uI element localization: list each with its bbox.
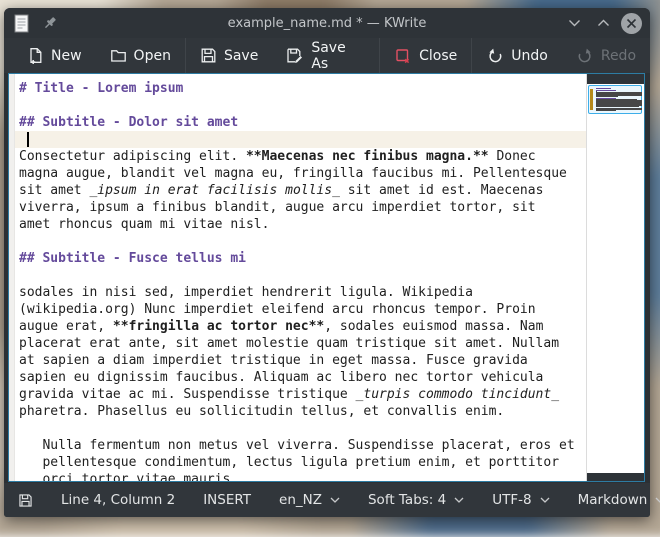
close-document-button[interactable]: Close <box>380 38 471 73</box>
minimap-top-bar <box>587 74 644 84</box>
editor-line[interactable]: gravida vitae ac mi. Suspendisse tristiq… <box>15 386 586 403</box>
document-new-icon <box>27 47 44 64</box>
pin-icon[interactable] <box>42 15 58 31</box>
editor-line[interactable]: augue erat, **fringilla ac tortor nec**,… <box>15 318 586 335</box>
modified-lines-marker <box>590 89 593 110</box>
undo-label: Undo <box>511 48 548 64</box>
statusbar: Line 4, Column 2 INSERT en_NZ Soft Tabs:… <box>4 483 650 517</box>
editor-line[interactable]: pellentesque condimentum, lectus ligula … <box>15 454 586 471</box>
dictionary-selector[interactable]: en_NZ <box>279 492 340 508</box>
minimap-line <box>596 98 616 99</box>
cursor-position[interactable]: Line 4, Column 2 <box>61 492 175 508</box>
folder-open-icon <box>110 47 127 64</box>
minimap-line <box>596 90 616 91</box>
redo-button[interactable]: Redo <box>562 38 650 73</box>
undo-icon <box>486 47 504 64</box>
text-editor[interactable]: # Title - Lorem ipsum ## Subtitle - Dolor… <box>15 74 586 481</box>
editor-frame: # Title - Lorem ipsum ## Subtitle - Dolor… <box>8 73 645 482</box>
window-title: example_name.md * — KWrite <box>4 16 650 31</box>
chevron-down-icon <box>330 497 340 503</box>
editor-line[interactable]: sit amet _ipsum in erat facilisis mollis… <box>15 182 586 199</box>
new-label: New <box>51 48 82 64</box>
editor-line[interactable]: ## Subtitle - Dolor sit amet <box>15 114 586 131</box>
editor-line[interactable]: # Title - Lorem ipsum <box>15 80 586 97</box>
titlebar[interactable]: example_name.md * — KWrite <box>4 8 650 38</box>
editor-line[interactable]: (wikipedia.org) Nunc imperdiet eleifend … <box>15 301 586 318</box>
syntax-mode-selector[interactable]: Markdown <box>578 492 660 508</box>
editor-line[interactable]: Nulla fermentum non metus vel viverra. S… <box>15 437 586 454</box>
minimap-line <box>596 110 616 111</box>
save-icon <box>200 47 217 64</box>
save-status-icon <box>18 493 33 508</box>
document-close-icon <box>394 47 412 65</box>
minimize-button[interactable] <box>563 12 585 34</box>
redo-icon <box>576 47 594 64</box>
editor-line[interactable]: amet rhoncus quam mi vitae nisl. <box>15 216 586 233</box>
new-button[interactable]: New <box>13 38 96 73</box>
tab-mode-selector[interactable]: Soft Tabs: 4 <box>368 492 464 508</box>
editor-line[interactable]: viverra, ipsum a finibus blandit, augue … <box>15 199 586 216</box>
chevron-down-icon <box>454 497 464 503</box>
maximize-button[interactable] <box>592 12 614 34</box>
save-label: Save <box>224 48 258 64</box>
minimap-bottom-bar <box>587 473 644 481</box>
editor-line[interactable] <box>15 233 586 250</box>
open-label: Open <box>134 48 171 64</box>
editor-line[interactable]: placerat erat ante, sit amet molestie qu… <box>15 335 586 352</box>
minimap-line <box>596 96 618 97</box>
editor-line[interactable]: Consectetur adipiscing elit. **Maecenas … <box>15 148 586 165</box>
minimap-document <box>596 88 638 111</box>
editor-line[interactable]: magna augue, blandit vel magna eu, fring… <box>15 165 586 182</box>
editor-area: # Title - Lorem ipsum ## Subtitle - Dolor… <box>4 73 650 483</box>
redo-label: Redo <box>601 48 636 64</box>
editor-line[interactable]: at sapien a diam imperdiet tristique in … <box>15 352 586 369</box>
editor-line[interactable] <box>15 97 586 114</box>
minimap-view-indicator[interactable] <box>588 85 642 114</box>
save-as-button[interactable]: Save As <box>272 38 379 73</box>
editor-line[interactable]: orci tortor vitae mauris. <box>15 471 586 481</box>
chevron-down-icon <box>540 497 550 503</box>
input-mode[interactable]: INSERT <box>203 492 251 508</box>
close-label: Close <box>419 48 457 64</box>
editor-line[interactable] <box>15 420 586 437</box>
editor-line[interactable]: ## Subtitle - Fusce tellus mi <box>15 250 586 267</box>
editor-line[interactable]: pharetra. Phasellus eu sollicitudin tell… <box>15 403 586 420</box>
open-button[interactable]: Open <box>96 38 185 73</box>
minimap-line <box>596 106 639 107</box>
encoding-selector[interactable]: UTF-8 <box>492 492 549 508</box>
close-window-button[interactable] <box>621 13 642 34</box>
editor-line[interactable]: sapien eu dignissim faucibus. Aliquam ac… <box>15 369 586 386</box>
editor-line[interactable]: sodales in nisi sed, imperdiet hendrerit… <box>15 284 586 301</box>
scrollbar-minimap[interactable] <box>587 74 644 481</box>
chevron-down-icon <box>655 497 660 503</box>
toolbar: New Open Save <box>4 38 650 73</box>
editor-line[interactable] <box>15 267 586 284</box>
save-button[interactable]: Save <box>186 38 272 73</box>
editor-line[interactable] <box>15 131 586 148</box>
save-as-icon <box>286 47 304 64</box>
kwrite-window: example_name.md * — KWrite <box>4 8 650 517</box>
save-as-label: Save As <box>311 40 365 72</box>
document-icon <box>14 14 29 33</box>
minimap-line <box>596 88 611 89</box>
text-cursor <box>27 132 29 147</box>
undo-button[interactable]: Undo <box>472 38 562 73</box>
